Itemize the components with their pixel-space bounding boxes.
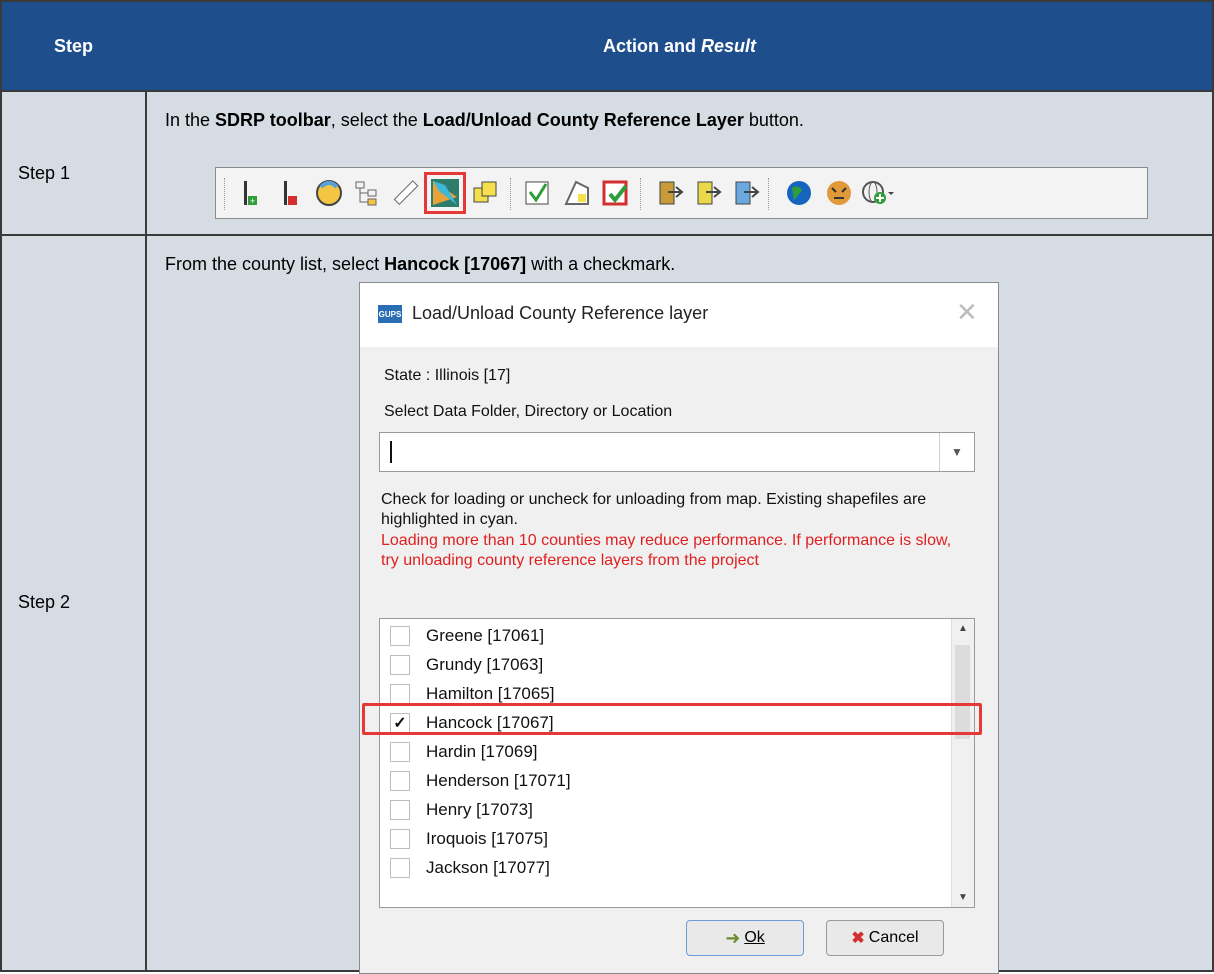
checkbox[interactable] — [390, 626, 410, 646]
cancel-button[interactable]: ✖ Cancel — [826, 920, 944, 956]
load-unload-county-icon[interactable] — [424, 172, 466, 214]
table-header: Step Action and Result — [2, 2, 1212, 90]
checkbox[interactable] — [390, 655, 410, 675]
step-1-instruction: In the SDRP toolbar, select the Load/Unl… — [165, 110, 804, 130]
ruler-icon[interactable] — [388, 176, 422, 210]
scroll-thumb[interactable] — [955, 645, 970, 739]
county-name: Hardin [17069] — [426, 742, 538, 761]
structure-icon[interactable] — [350, 176, 384, 210]
step-1-label: Step 1 — [18, 163, 71, 183]
county-name: Henry [17073] — [426, 800, 533, 819]
dialog-title: Load/Unload County Reference layer — [412, 303, 709, 323]
data-folder-combo[interactable]: ▼ — [379, 432, 975, 472]
county-name: Greene [17061] — [426, 626, 545, 645]
checkbox-checked[interactable]: ✓ — [390, 713, 410, 733]
list-item[interactable]: Grundy [17063] — [380, 652, 950, 681]
scrollbar[interactable]: ▲ ▼ — [951, 619, 974, 907]
divider — [2, 90, 1212, 92]
warning-text: Loading more than 10 counties may reduce… — [381, 532, 952, 569]
copy-icon[interactable] — [468, 176, 502, 210]
county-name: Iroquois [17075] — [426, 829, 548, 848]
text-caret — [390, 441, 392, 463]
sdrp-toolbar: + — [215, 167, 1148, 219]
check-icon[interactable] — [598, 176, 632, 210]
list-item[interactable]: Henry [17073] — [380, 797, 950, 826]
state-label: State : Illinois [17] — [384, 367, 511, 384]
globe-icon[interactable] — [782, 176, 816, 210]
ok-button[interactable]: ➜ Ok — [686, 920, 804, 956]
checkbox[interactable] — [390, 800, 410, 820]
remove-layer-icon[interactable] — [274, 176, 308, 210]
checkbox[interactable] — [390, 771, 410, 791]
county-name: Jackson [17077] — [426, 858, 550, 877]
chevron-down-icon[interactable]: ▼ — [939, 433, 974, 471]
county-name: Henderson [17071] — [426, 771, 571, 790]
list-item[interactable]: Jackson [17077] — [380, 855, 950, 884]
shape-icon[interactable] — [560, 176, 594, 210]
list-item[interactable]: Hardin [17069] — [380, 739, 950, 768]
list-item[interactable]: ✓ Hancock [17067] — [380, 710, 950, 739]
header-step: Step — [53, 35, 93, 56]
header-action: Action and Result — [602, 35, 756, 56]
web-add-icon[interactable] — [860, 176, 894, 210]
cancel-x-icon: ✖ — [851, 930, 865, 947]
county-list[interactable]: Greene [17061] Grundy [17063] Hamilton [17… — [379, 618, 975, 908]
checkbox[interactable] — [390, 684, 410, 704]
face-icon[interactable] — [312, 176, 346, 210]
divider — [145, 90, 147, 972]
add-layer-icon[interactable]: + — [234, 176, 268, 210]
step-2-label: Step 2 — [18, 592, 71, 612]
svg-text:+: + — [250, 196, 255, 206]
list-item[interactable]: Hamilton [17065] — [380, 681, 950, 710]
county-name: Grundy [17063] — [426, 655, 544, 674]
step-2-instruction: From the county list, select Hancock [17… — [165, 254, 676, 274]
folder-label: Select Data Folder, Directory or Locatio… — [384, 403, 673, 420]
divider — [2, 234, 1212, 236]
dialog-titlebar: GUPS Load/Unload County Reference layer … — [360, 283, 998, 347]
county-name: Hamilton [17065] — [426, 684, 555, 703]
tiger-icon[interactable] — [822, 176, 856, 210]
scroll-down-icon[interactable]: ▼ — [958, 892, 968, 903]
list-item[interactable]: Iroquois [17075] — [380, 826, 950, 855]
export-right-icon[interactable] — [690, 176, 724, 210]
export-left-icon[interactable] — [652, 176, 686, 210]
checkbox[interactable] — [390, 858, 410, 878]
edit-icon[interactable] — [520, 176, 554, 210]
list-item[interactable]: Greene [17061] — [380, 623, 950, 652]
app-logo: GUPS — [378, 305, 402, 323]
close-icon[interactable]: ✕ — [956, 297, 978, 328]
list-item[interactable]: Henderson [17071] — [380, 768, 950, 797]
ok-arrow-icon: ➜ — [725, 927, 741, 948]
county-name: Hancock [17067] — [426, 713, 554, 732]
checkbox[interactable] — [390, 829, 410, 849]
import-icon[interactable] — [728, 176, 762, 210]
info-text: Check for loading or uncheck for unloadi… — [381, 491, 927, 528]
scroll-up-icon[interactable]: ▲ — [958, 623, 968, 634]
checkbox[interactable] — [390, 742, 410, 762]
